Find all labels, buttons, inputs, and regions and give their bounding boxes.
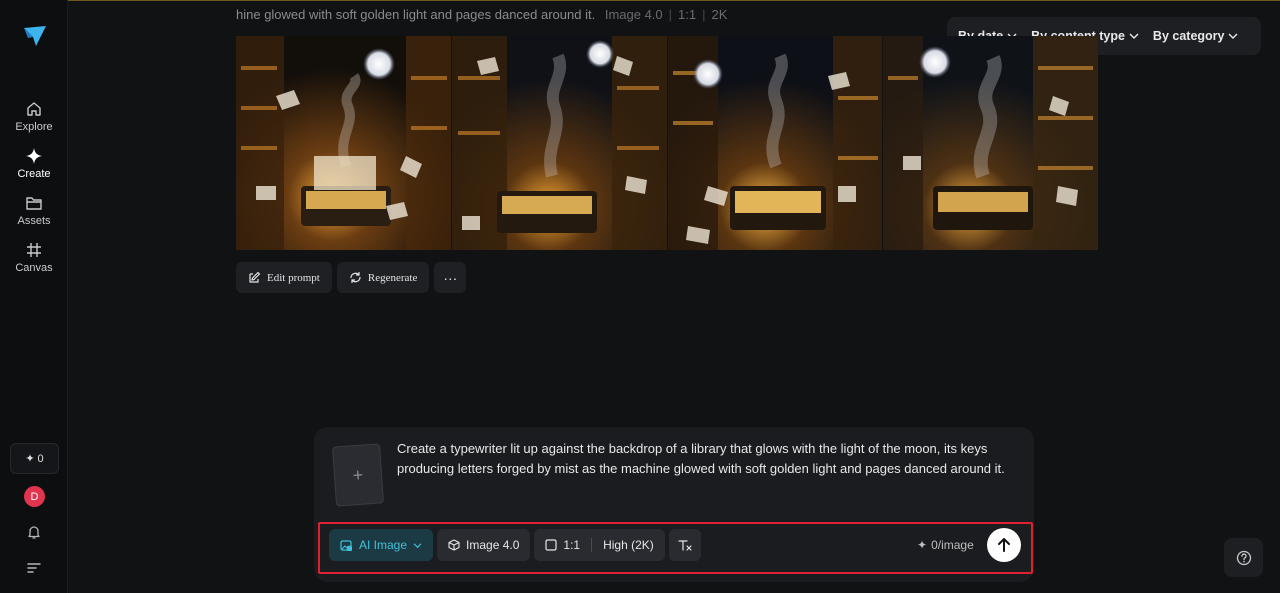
filter-by-category[interactable]: By category bbox=[1146, 29, 1246, 43]
resolution-tag: 2K bbox=[711, 7, 728, 22]
sidebar-item-label: Explore bbox=[15, 121, 53, 133]
ratio-quality-selector[interactable]: 1:1 High (2K) bbox=[534, 529, 665, 561]
button-label: Edit prompt bbox=[267, 271, 320, 284]
generated-image-2[interactable] bbox=[451, 36, 667, 250]
ratio-label: 1:1 bbox=[563, 538, 581, 552]
chevron-down-icon bbox=[413, 542, 422, 548]
sparkle-icon: ✦ bbox=[25, 453, 35, 465]
generation-prompt-header: hine glowed with soft golden light and p… bbox=[236, 7, 727, 22]
model-tag: Image 4.0 bbox=[604, 7, 663, 22]
regenerate-button[interactable]: Regenerate bbox=[336, 262, 430, 293]
image-actions: Edit prompt Regenerate ··· bbox=[236, 262, 467, 293]
prompt-input[interactable]: Create a typewriter lit up against the b… bbox=[397, 439, 1017, 479]
sidebar-item-label: Assets bbox=[17, 215, 51, 227]
top-accent-line bbox=[0, 0, 1280, 1]
aspect-ratio-icon bbox=[545, 539, 558, 551]
model-selector[interactable]: Image 4.0 bbox=[437, 529, 531, 561]
chevron-down-icon bbox=[1129, 33, 1139, 39]
cost-indicator: ✦ 0/image bbox=[917, 538, 974, 552]
menu-icon[interactable] bbox=[26, 561, 42, 575]
generated-image-1[interactable] bbox=[236, 36, 451, 250]
edit-icon bbox=[249, 271, 261, 283]
generated-image-3[interactable] bbox=[667, 36, 883, 250]
sidebar-item-label: Create bbox=[17, 168, 51, 180]
avatar[interactable]: D bbox=[24, 486, 45, 507]
button-label: Regenerate bbox=[367, 271, 418, 284]
avatar-initial: D bbox=[30, 490, 39, 503]
help-icon bbox=[1236, 550, 1251, 565]
prompt-excerpt: hine glowed with soft golden light and p… bbox=[236, 7, 596, 22]
sidebar-item-create[interactable]: Create bbox=[0, 147, 68, 180]
logo-icon[interactable] bbox=[22, 24, 48, 48]
cube-icon bbox=[448, 539, 460, 551]
home-icon bbox=[27, 102, 41, 116]
divider: | bbox=[668, 7, 673, 22]
text-format-icon bbox=[678, 540, 692, 551]
cost-label: 0/image bbox=[931, 538, 974, 552]
more-options-button[interactable]: ··· bbox=[434, 262, 467, 293]
divider: | bbox=[702, 7, 706, 22]
sparkle-icon: ✦ bbox=[917, 538, 928, 552]
sidebar: Explore Create Assets Canvas ✦ 0 D bbox=[0, 0, 68, 593]
ratio-tag: 1:1 bbox=[678, 7, 697, 22]
sidebar-item-explore[interactable]: Explore bbox=[0, 100, 68, 133]
bell-icon[interactable] bbox=[26, 524, 42, 540]
mode-label: AI Image bbox=[359, 538, 408, 552]
folder-icon bbox=[26, 197, 42, 210]
sidebar-item-assets[interactable]: Assets bbox=[0, 194, 68, 227]
generated-image-4[interactable] bbox=[883, 36, 1098, 250]
canvas-icon bbox=[27, 243, 41, 257]
refresh-icon bbox=[350, 271, 361, 284]
sidebar-item-label: Canvas bbox=[15, 262, 53, 274]
text-style-button[interactable] bbox=[668, 529, 701, 561]
plus-icon: + bbox=[352, 464, 364, 485]
sidebar-item-canvas[interactable]: Canvas bbox=[0, 241, 68, 274]
edit-prompt-button[interactable]: Edit prompt bbox=[236, 262, 332, 293]
model-label: Image 4.0 bbox=[466, 538, 520, 552]
divider bbox=[591, 538, 593, 552]
generated-images bbox=[236, 36, 1098, 250]
arrow-up-icon bbox=[998, 538, 1010, 552]
filter-label: By category bbox=[1152, 29, 1225, 43]
mode-selector[interactable]: AI Image bbox=[329, 529, 434, 561]
ai-image-icon bbox=[340, 539, 352, 551]
more-dots-icon: ··· bbox=[443, 269, 458, 286]
generation-toolbar: AI Image Image 4.0 1:1 High (2K) bbox=[329, 529, 701, 561]
help-button[interactable] bbox=[1224, 538, 1263, 577]
send-button[interactable] bbox=[987, 528, 1021, 562]
credits-count: 0 bbox=[37, 452, 44, 465]
upload-reference-button[interactable]: + bbox=[331, 443, 385, 507]
chevron-down-icon bbox=[1228, 33, 1238, 39]
credits-badge[interactable]: ✦ 0 bbox=[10, 443, 59, 474]
quality-label: High (2K) bbox=[603, 538, 654, 552]
sparkle-icon bbox=[26, 148, 42, 164]
